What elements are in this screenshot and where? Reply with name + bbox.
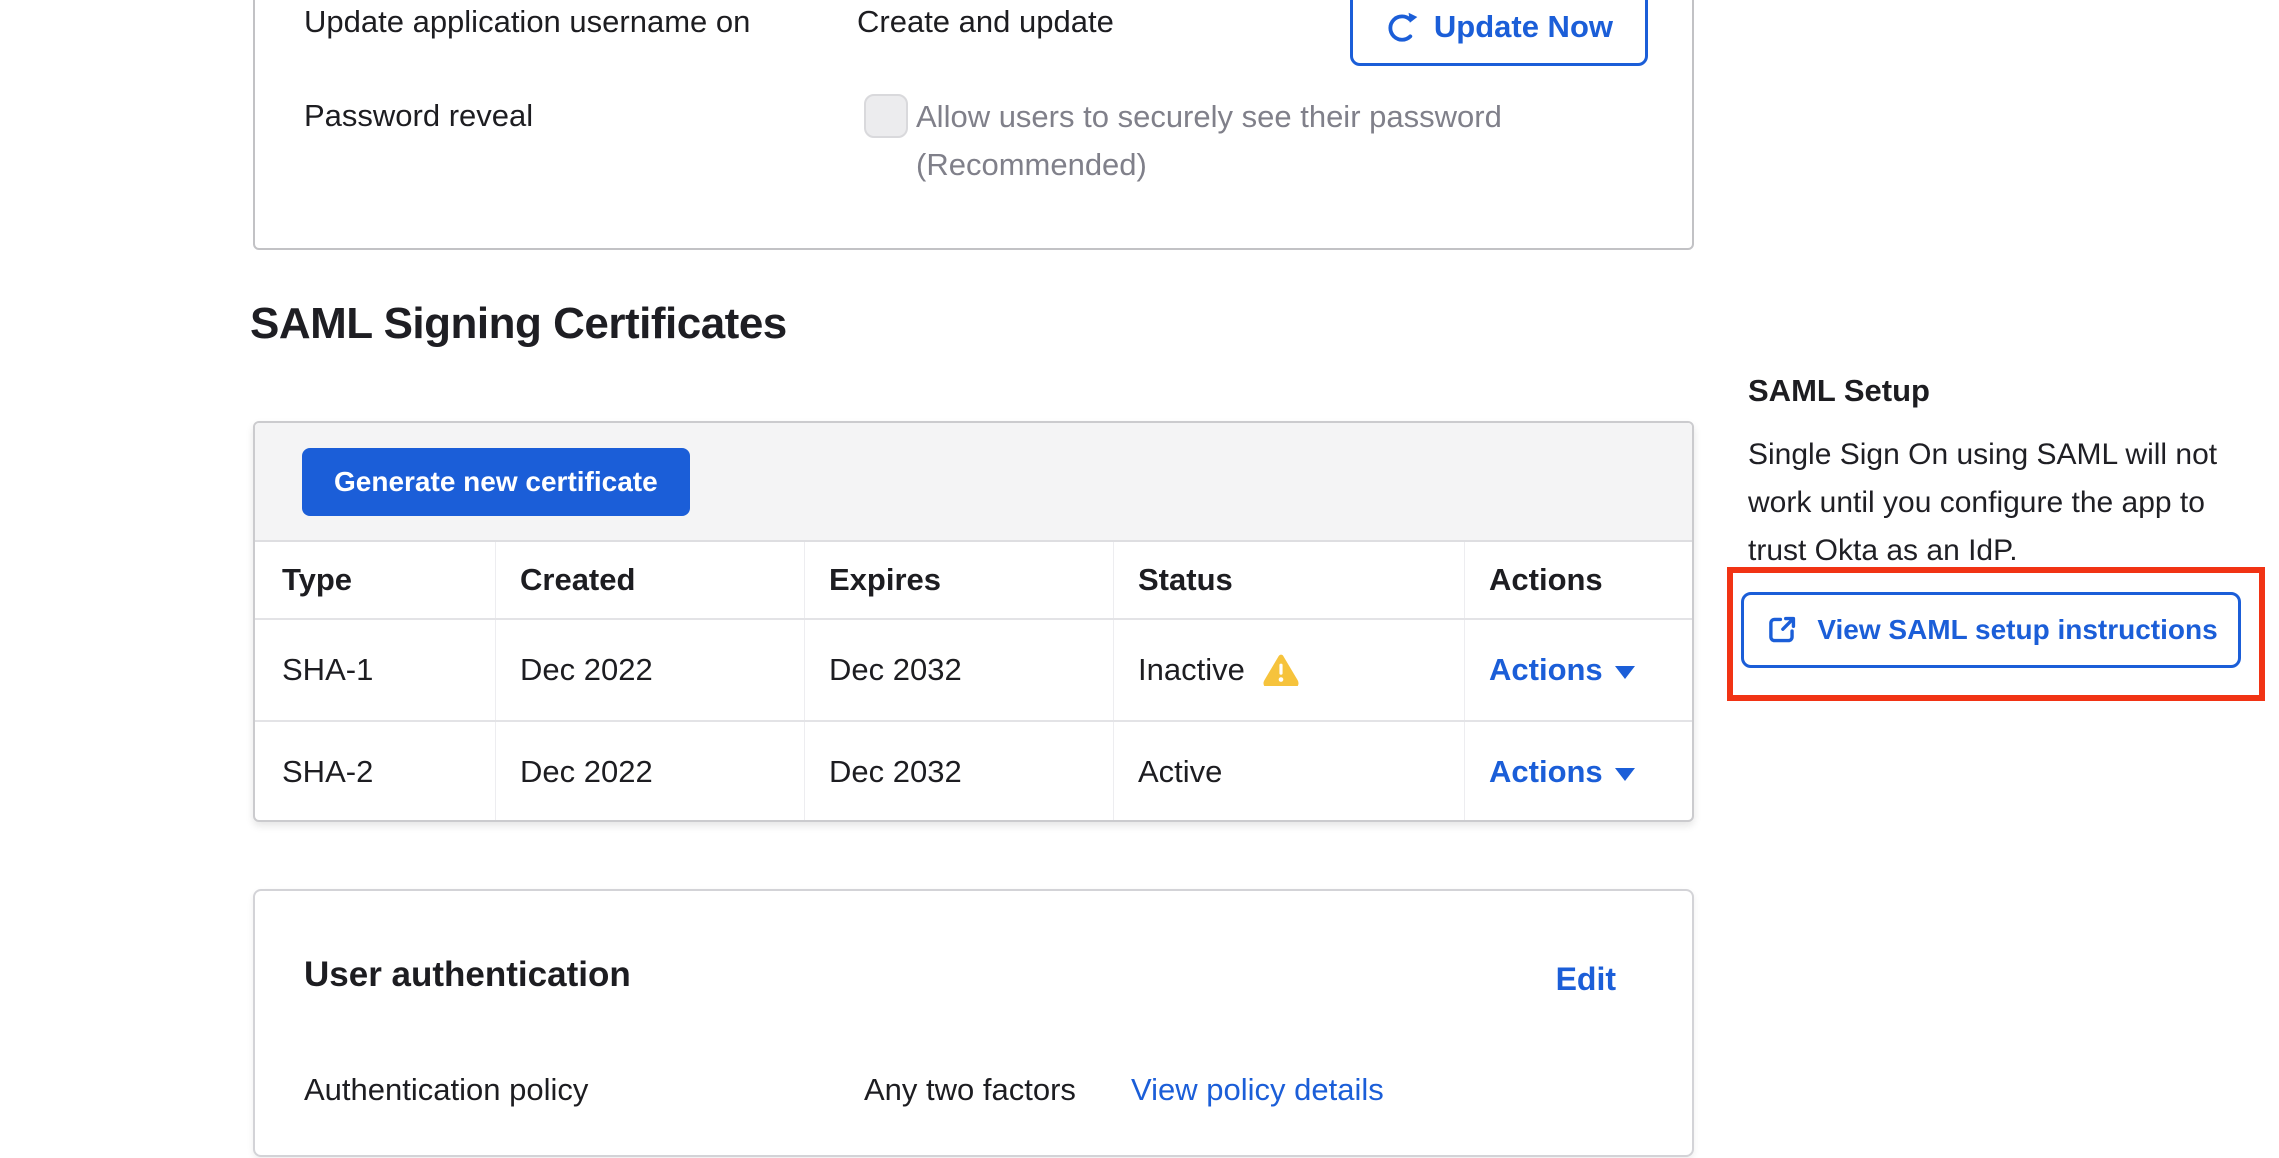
user-authentication-card: User authentication Edit Authentication … xyxy=(253,889,1694,1157)
description-line: work until you configure the app to xyxy=(1748,479,2268,527)
generate-certificate-button[interactable]: Generate new certificate xyxy=(302,448,690,516)
password-reveal-checkbox[interactable] xyxy=(864,94,908,138)
certificates-toolbar: Generate new certificate xyxy=(255,423,1692,542)
view-saml-instructions-button[interactable]: View SAML setup instructions xyxy=(1741,592,2241,668)
view-saml-instructions-label: View SAML setup instructions xyxy=(1817,614,2217,646)
certificates-panel: Generate new certificate Type Created Ex… xyxy=(253,421,1694,822)
cert-status-cell: Inactive xyxy=(1114,620,1465,720)
external-link-icon xyxy=(1764,612,1800,648)
view-policy-details-link[interactable]: View policy details xyxy=(1131,1072,1384,1108)
certificates-table: Type Created Expires Status Actions SHA-… xyxy=(255,542,1692,822)
auth-policy-label: Authentication policy xyxy=(304,1072,588,1108)
cert-status-cell: Active xyxy=(1114,722,1465,822)
table-header-row: Type Created Expires Status Actions xyxy=(255,542,1692,618)
actions-label: Actions xyxy=(1489,652,1603,688)
cert-type-cell: SHA-1 xyxy=(255,620,496,720)
cert-created-cell: Dec 2022 xyxy=(496,620,805,720)
actions-dropdown[interactable]: Actions xyxy=(1489,754,1635,790)
app-settings-card: Update application username on Create an… xyxy=(253,0,1694,250)
caret-down-icon xyxy=(1615,768,1635,781)
update-now-button[interactable]: Update Now xyxy=(1350,0,1648,66)
checkbox-note: (Recommended) xyxy=(916,147,1147,183)
cert-actions-cell: Actions xyxy=(1465,722,1692,822)
password-reveal-label: Password reveal xyxy=(304,98,533,134)
username-update-value: Create and update xyxy=(857,4,1114,40)
update-now-label: Update Now xyxy=(1434,9,1613,45)
saml-setup-description: Single Sign On using SAML will not work … xyxy=(1748,431,2268,575)
column-header-type: Type xyxy=(255,542,496,618)
user-auth-heading: User authentication xyxy=(304,955,631,995)
edit-button[interactable]: Edit xyxy=(1556,961,1616,998)
warning-icon xyxy=(1263,654,1299,686)
cert-expires-cell: Dec 2032 xyxy=(805,722,1114,822)
column-header-created: Created xyxy=(496,542,805,618)
cert-actions-cell: Actions xyxy=(1465,620,1692,720)
status-text: Inactive xyxy=(1138,652,1245,688)
description-line: Single Sign On using SAML will not xyxy=(1748,431,2268,479)
refresh-icon xyxy=(1385,10,1419,44)
column-header-expires: Expires xyxy=(805,542,1114,618)
table-row: SHA-2 Dec 2022 Dec 2032 Active Actions xyxy=(255,720,1692,822)
cert-created-cell: Dec 2022 xyxy=(496,722,805,822)
column-header-actions: Actions xyxy=(1465,542,1692,618)
caret-down-icon xyxy=(1615,666,1635,679)
actions-label: Actions xyxy=(1489,754,1603,790)
cert-type-cell: SHA-2 xyxy=(255,722,496,822)
checkbox-text: Allow users to securely see their passwo… xyxy=(916,99,1502,135)
actions-dropdown[interactable]: Actions xyxy=(1489,652,1635,688)
username-update-label: Update application username on xyxy=(304,4,750,40)
column-header-status: Status xyxy=(1114,542,1465,618)
saml-setup-heading: SAML Setup xyxy=(1748,373,1930,409)
status-text: Active xyxy=(1138,754,1222,790)
cert-expires-cell: Dec 2032 xyxy=(805,620,1114,720)
auth-policy-value: Any two factors xyxy=(864,1072,1076,1108)
saml-certificates-heading: SAML Signing Certificates xyxy=(250,299,787,349)
table-row: SHA-1 Dec 2022 Dec 2032 Inactive Actions xyxy=(255,618,1692,720)
